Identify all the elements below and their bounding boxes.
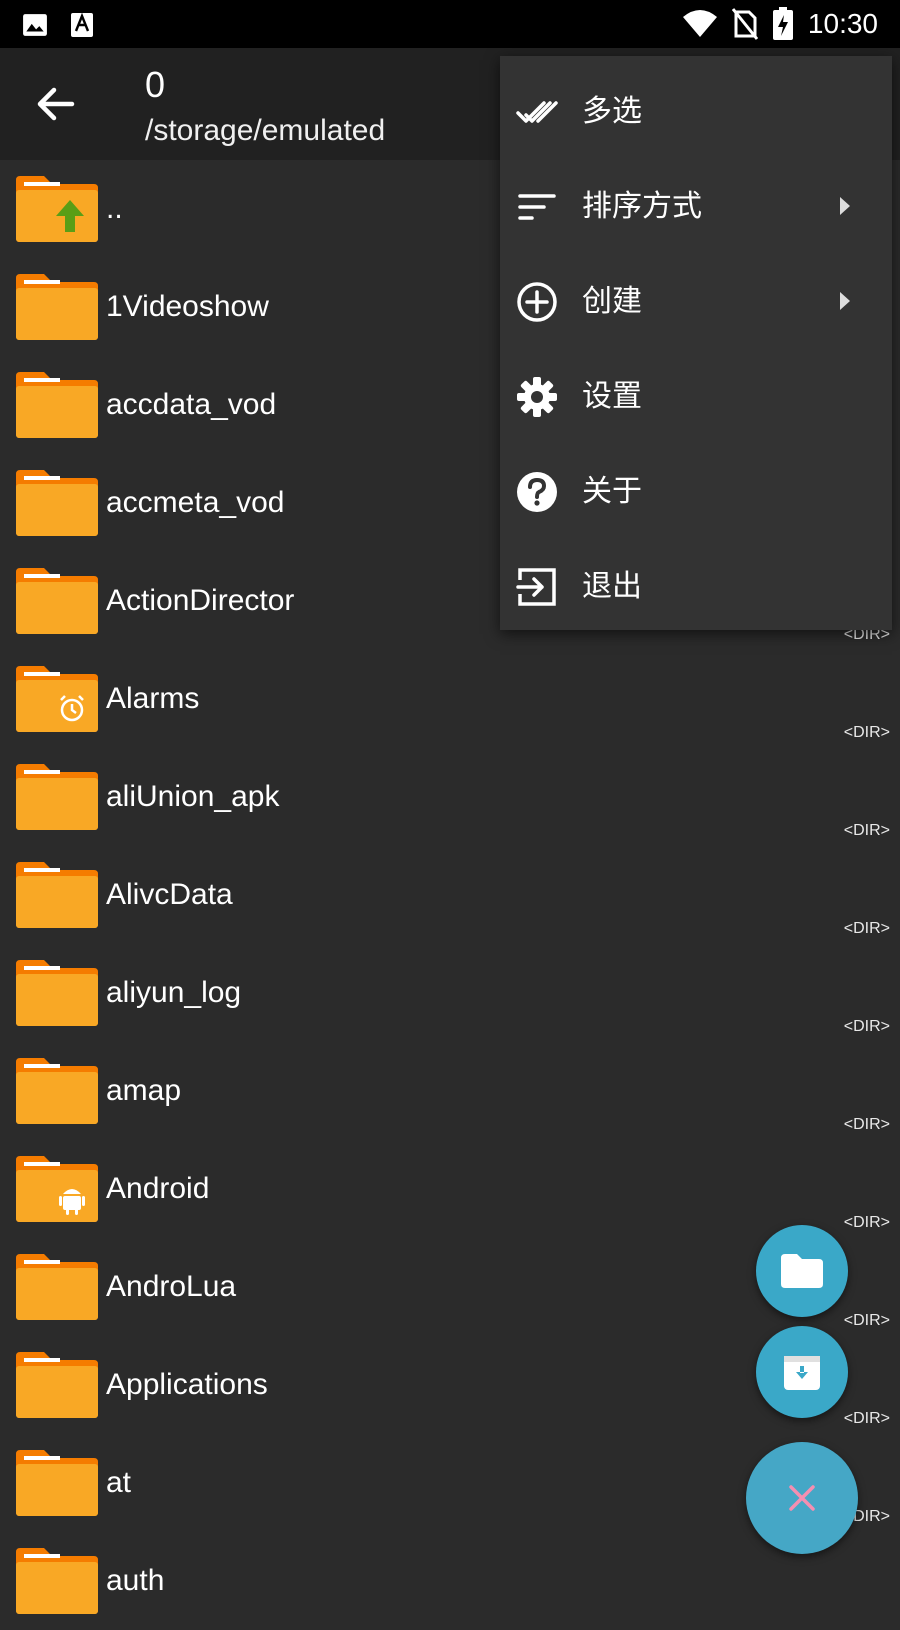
file-name: ActionDirector (106, 584, 295, 617)
menu-item-label: 排序方式 (582, 189, 702, 224)
archive-icon (784, 1356, 820, 1390)
folder-icon (16, 1548, 98, 1614)
folder-icon (16, 1058, 98, 1124)
menu-item-exit[interactable]: 退出 (500, 539, 892, 634)
new-folder-button[interactable] (756, 1225, 848, 1317)
file-name: 1Videoshow (106, 290, 269, 323)
folder-icon (16, 470, 98, 536)
arrow-back-icon (37, 87, 75, 121)
file-row[interactable]: Alarms <DIR> (0, 650, 900, 748)
file-row[interactable]: AlivcData <DIR> (0, 846, 900, 944)
menu-item-label: 设置 (582, 379, 642, 414)
close-fab-button[interactable] (746, 1442, 858, 1554)
folder-icon (16, 372, 98, 438)
file-type: <DIR> (843, 1312, 890, 1329)
menu-item-create[interactable]: 创建 (500, 254, 892, 349)
image-icon (23, 14, 47, 36)
file-name: accdata_vod (106, 388, 277, 421)
clock: 10:30 (807, 8, 878, 39)
no-sim-icon (731, 8, 758, 40)
back-button[interactable] (26, 74, 86, 134)
file-type: <DIR> (843, 822, 890, 839)
folder-icon (16, 568, 98, 634)
file-row[interactable]: aliUnion_apk <DIR> (0, 748, 900, 846)
file-name: aliyun_log (106, 976, 242, 1009)
battery-charging-icon (772, 7, 793, 40)
file-type: <DIR> (843, 920, 890, 937)
submenu-arrow-icon (840, 292, 850, 310)
file-name: .. (106, 192, 123, 225)
file-name: Applications (106, 1368, 268, 1401)
folder-icon (16, 1352, 98, 1418)
file-row[interactable]: Android <DIR> (0, 1140, 900, 1238)
file-name: Android (106, 1172, 210, 1205)
file-name: AlivcData (106, 878, 233, 911)
file-type: <DIR> (843, 1116, 890, 1133)
file-name: amap (106, 1074, 182, 1107)
gear-icon (517, 377, 557, 417)
wifi-icon (682, 10, 717, 37)
sort-icon (518, 194, 556, 220)
file-name: auth (106, 1564, 165, 1597)
overflow-menu: 多选 排序方式 创建 设置 关于 退出 (500, 56, 892, 630)
page-title: 0 (145, 64, 166, 105)
exit-icon (516, 568, 556, 606)
file-name: accmeta_vod (106, 486, 285, 519)
folder-icon (16, 274, 98, 340)
folder-icon (16, 764, 98, 830)
folder-alarm-icon (16, 666, 98, 732)
submenu-arrow-icon (840, 197, 850, 215)
file-row[interactable]: aliyun_log <DIR> (0, 944, 900, 1042)
file-name: Alarms (106, 682, 200, 715)
menu-item-multi-select[interactable]: 多选 (500, 64, 892, 159)
add-circle-icon (517, 282, 557, 322)
file-type: <DIR> (843, 1018, 890, 1035)
close-icon (789, 1485, 815, 1511)
new-folder-icon (781, 1254, 823, 1288)
multi-select-icon (516, 101, 558, 123)
font-icon (71, 12, 93, 37)
menu-item-sort[interactable]: 排序方式 (500, 159, 892, 254)
file-type: <DIR> (843, 724, 890, 741)
menu-item-label: 退出 (582, 569, 642, 604)
file-type: <DIR> (843, 1410, 890, 1427)
archive-button[interactable] (756, 1326, 848, 1418)
file-name: at (106, 1466, 132, 1499)
file-row[interactable]: auth (0, 1532, 900, 1630)
file-row[interactable]: amap <DIR> (0, 1042, 900, 1140)
menu-item-about[interactable]: 关于 (500, 444, 892, 539)
folder-icon (16, 960, 98, 1026)
folder-icon (16, 1254, 98, 1320)
menu-item-label: 创建 (582, 284, 642, 319)
menu-item-label: 多选 (582, 94, 642, 129)
folder-icon (16, 1450, 98, 1516)
file-name: aliUnion_apk (106, 780, 280, 813)
status-bar: 10:30 (0, 0, 900, 48)
folder-up-icon (16, 176, 98, 242)
current-path: /storage/emulated (145, 114, 386, 147)
file-type: <DIR> (843, 1214, 890, 1231)
folder-android-icon (16, 1156, 98, 1222)
folder-icon (16, 862, 98, 928)
menu-item-label: 关于 (582, 474, 642, 509)
file-name: AndroLua (106, 1270, 237, 1303)
menu-item-settings[interactable]: 设置 (500, 349, 892, 444)
help-icon (517, 472, 557, 512)
